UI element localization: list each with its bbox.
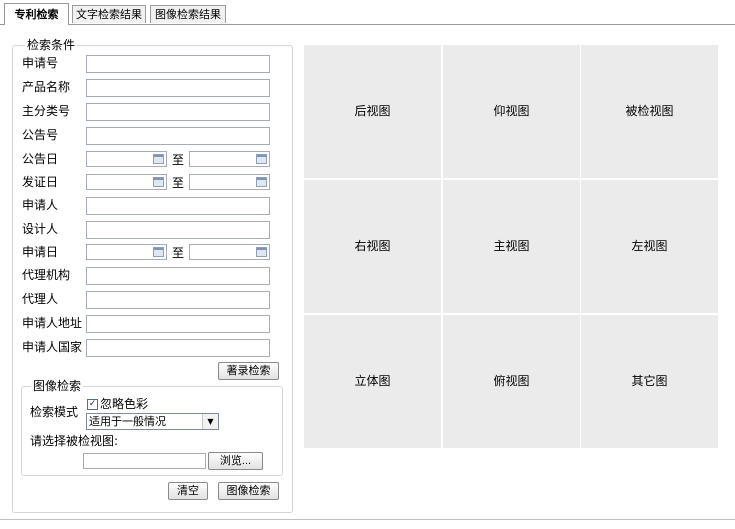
applicant-label: 申请人 [22,198,59,212]
tab-patent-search[interactable]: 专利检索 [4,3,69,25]
calendar-icon[interactable] [153,177,164,187]
tab-bar: 专利检索 文字检索结果 图像检索结果 [0,0,735,25]
application-date-from[interactable] [86,244,167,260]
applicant-address-label: 申请人地址 [22,316,83,330]
image-search-legend: 图像检索 [31,379,84,393]
announcement-date-separator: 至 [172,153,185,167]
applicant-input[interactable] [86,197,270,215]
search-mode-label: 检索模式 [30,405,79,419]
file-path-input[interactable] [83,453,206,469]
applicant-country-input[interactable] [86,339,270,357]
certificate-date-separator: 至 [172,176,185,190]
tab-divider [0,24,735,25]
application-no-label: 申请号 [22,56,59,70]
search-mode-selected-value: 适用于一般情况 [89,415,166,428]
designer-label: 设计人 [22,222,59,236]
chevron-down-icon[interactable]: ▼ [202,414,218,429]
view-cell-right[interactable]: 右视图 [304,180,441,313]
announcement-date-from[interactable] [86,151,167,167]
application-no-input[interactable] [86,55,270,73]
announcement-date-to[interactable] [189,151,270,167]
certificate-date-label: 发证日 [22,175,59,189]
view-cell-main[interactable]: 主视图 [443,180,580,313]
view-cell-left[interactable]: 左视图 [581,180,718,313]
agency-input[interactable] [86,267,270,285]
bottom-divider [0,519,735,520]
product-name-label: 产品名称 [22,80,71,94]
view-cell-perspective[interactable]: 立体图 [304,315,441,448]
calendar-icon[interactable] [256,154,267,164]
certificate-date-to[interactable] [189,174,270,190]
search-conditions-legend: 检索条件 [25,38,78,52]
agent-label: 代理人 [22,292,59,306]
choose-view-label: 请选择被检视图: [30,434,119,448]
applicant-country-label: 申请人国家 [22,340,83,354]
product-name-input[interactable] [86,79,270,97]
designer-input[interactable] [86,221,270,239]
view-grid: 后视图 仰视图 被检视图 右视图 主视图 左视图 立体图 俯视图 其它图 [304,45,718,449]
view-cell-bottom[interactable]: 仰视图 [443,45,580,178]
calendar-icon[interactable] [153,154,164,164]
certificate-date-from[interactable] [86,174,167,190]
application-date-label: 申请日 [22,245,59,259]
calendar-icon[interactable] [153,247,164,257]
ignore-color-checkbox[interactable]: ✓ [87,399,98,410]
announcement-no-input[interactable] [86,127,270,145]
announcement-no-label: 公告号 [22,128,59,142]
main-class-no-input[interactable] [86,103,270,121]
main-class-no-label: 主分类号 [22,104,71,118]
application-date-to[interactable] [189,244,270,260]
agency-label: 代理机构 [22,268,71,282]
catalog-search-button[interactable]: 著录检索 [218,362,279,380]
clear-button[interactable]: 清空 [168,482,208,500]
application-date-separator: 至 [172,246,185,260]
tab-image-search-results[interactable]: 图像检索结果 [150,5,226,23]
ignore-color-label[interactable]: 忽略色彩 [100,397,148,411]
view-cell-query[interactable]: 被检视图 [581,45,718,178]
announcement-date-label: 公告日 [22,152,59,166]
view-cell-top[interactable]: 俯视图 [443,315,580,448]
search-mode-select[interactable]: 适用于一般情况 ▼ [86,413,219,430]
image-search-button[interactable]: 图像检索 [218,482,279,500]
view-cell-back[interactable]: 后视图 [304,45,441,178]
calendar-icon[interactable] [256,247,267,257]
applicant-address-input[interactable] [86,315,270,333]
browse-button[interactable]: 浏览... [208,452,263,470]
view-cell-other[interactable]: 其它图 [581,315,718,448]
tab-text-search-results[interactable]: 文字检索结果 [72,5,146,23]
agent-input[interactable] [86,291,270,309]
calendar-icon[interactable] [256,177,267,187]
